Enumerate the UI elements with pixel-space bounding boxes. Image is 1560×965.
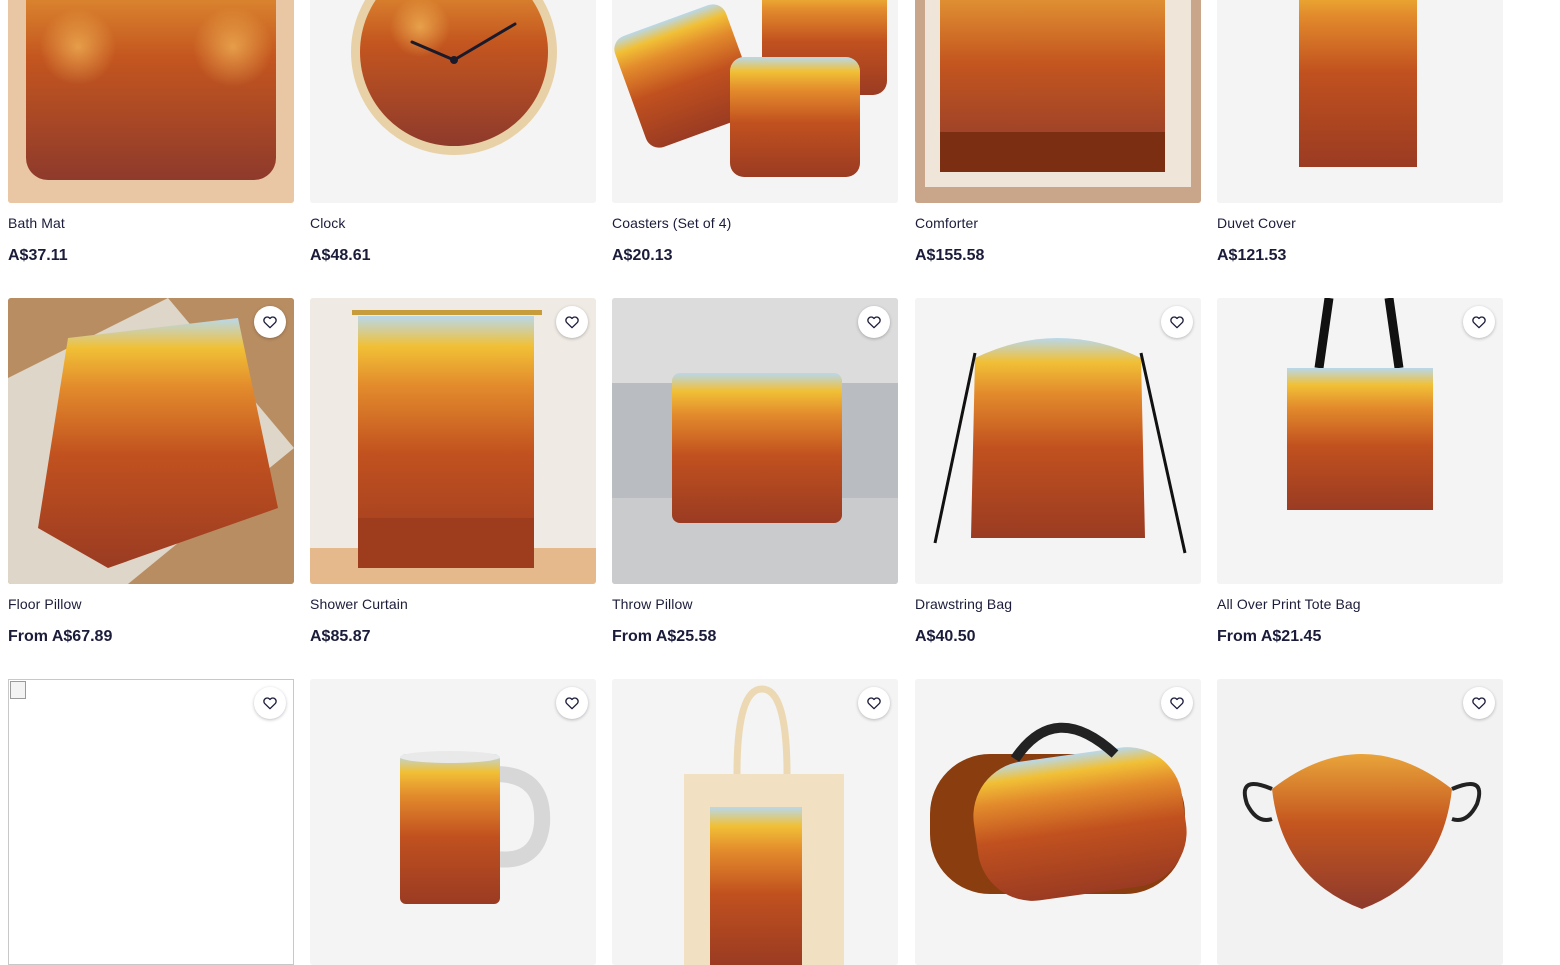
mug-image[interactable] bbox=[310, 679, 596, 965]
face-mask-image[interactable] bbox=[1217, 679, 1503, 965]
throw-pillow-image[interactable] bbox=[612, 298, 898, 584]
floor-pillow-image[interactable] bbox=[8, 298, 294, 584]
favorite-button[interactable] bbox=[1463, 687, 1495, 719]
product-card[interactable]: All Over Print Tote Bag From A$21.45 bbox=[1217, 298, 1503, 645]
product-card[interactable]: Duvet Cover A$121.53 bbox=[1217, 0, 1503, 264]
product-title[interactable]: Shower Curtain bbox=[310, 596, 408, 612]
product-price: A$155.58 bbox=[915, 247, 985, 264]
heart-outline-icon bbox=[1472, 316, 1486, 329]
product-title[interactable]: Throw Pillow bbox=[612, 596, 693, 612]
product-title[interactable]: Bath Mat bbox=[8, 215, 65, 231]
product-card[interactable]: Shower Curtain A$85.87 bbox=[310, 298, 596, 645]
product-price: A$48.61 bbox=[310, 247, 371, 264]
favorite-button[interactable] bbox=[556, 687, 588, 719]
broken-image-icon bbox=[10, 681, 26, 699]
product-title[interactable]: All Over Print Tote Bag bbox=[1217, 596, 1361, 612]
heart-outline-icon bbox=[263, 697, 277, 710]
favorite-button[interactable] bbox=[254, 306, 286, 338]
product-card[interactable] bbox=[915, 679, 1201, 965]
duvet-cover-image[interactable] bbox=[1217, 0, 1503, 203]
heart-outline-icon bbox=[867, 697, 881, 710]
product-price: From A$67.89 bbox=[8, 628, 113, 645]
broken-image[interactable] bbox=[8, 679, 294, 965]
product-title[interactable]: Duvet Cover bbox=[1217, 215, 1296, 231]
product-card[interactable] bbox=[1217, 679, 1503, 965]
clock-image[interactable] bbox=[310, 0, 596, 203]
heart-outline-icon bbox=[263, 316, 277, 329]
product-title[interactable]: Comforter bbox=[915, 215, 978, 231]
favorite-button[interactable] bbox=[858, 306, 890, 338]
heart-outline-icon bbox=[565, 316, 579, 329]
heart-outline-icon bbox=[1170, 697, 1184, 710]
product-price: A$37.11 bbox=[8, 247, 68, 264]
product-price: From A$21.45 bbox=[1217, 628, 1322, 645]
product-price: A$40.50 bbox=[915, 628, 976, 645]
heart-outline-icon bbox=[565, 697, 579, 710]
product-card[interactable]: Bath Mat A$37.11 bbox=[8, 0, 294, 264]
comforter-image[interactable] bbox=[915, 0, 1201, 203]
favorite-button[interactable] bbox=[556, 306, 588, 338]
product-title[interactable]: Clock bbox=[310, 215, 346, 231]
product-card[interactable]: Drawstring Bag A$40.50 bbox=[915, 298, 1201, 645]
shower-curtain-image[interactable] bbox=[310, 298, 596, 584]
favorite-button[interactable] bbox=[1161, 306, 1193, 338]
coasters-image[interactable] bbox=[612, 0, 898, 203]
heart-outline-icon bbox=[867, 316, 881, 329]
favorite-button[interactable] bbox=[858, 687, 890, 719]
product-card[interactable]: Comforter A$155.58 bbox=[915, 0, 1201, 264]
product-price: From A$25.58 bbox=[612, 628, 717, 645]
cotton-tote-bag-image[interactable] bbox=[612, 679, 898, 965]
heart-outline-icon bbox=[1170, 316, 1184, 329]
favorite-button[interactable] bbox=[1161, 687, 1193, 719]
product-title[interactable]: Drawstring Bag bbox=[915, 596, 1012, 612]
duffle-bag-image[interactable] bbox=[915, 679, 1201, 965]
product-card[interactable]: Clock A$48.61 bbox=[310, 0, 596, 264]
product-card[interactable] bbox=[310, 679, 596, 965]
product-title[interactable]: Coasters (Set of 4) bbox=[612, 215, 731, 231]
favorite-button[interactable] bbox=[254, 687, 286, 719]
product-card[interactable] bbox=[612, 679, 898, 965]
product-card[interactable]: Floor Pillow From A$67.89 bbox=[8, 298, 294, 645]
heart-outline-icon bbox=[1472, 697, 1486, 710]
product-card[interactable]: Throw Pillow From A$25.58 bbox=[612, 298, 898, 645]
product-price: A$121.53 bbox=[1217, 247, 1287, 264]
product-title[interactable]: Floor Pillow bbox=[8, 596, 82, 612]
product-card[interactable] bbox=[8, 679, 294, 965]
product-price: A$85.87 bbox=[310, 628, 371, 645]
drawstring-bag-image[interactable] bbox=[915, 298, 1201, 584]
product-card[interactable]: Coasters (Set of 4) A$20.13 bbox=[612, 0, 898, 264]
product-price: A$20.13 bbox=[612, 247, 673, 264]
favorite-button[interactable] bbox=[1463, 306, 1495, 338]
tote-bag-image[interactable] bbox=[1217, 298, 1503, 584]
bath-mat-image[interactable] bbox=[8, 0, 294, 203]
